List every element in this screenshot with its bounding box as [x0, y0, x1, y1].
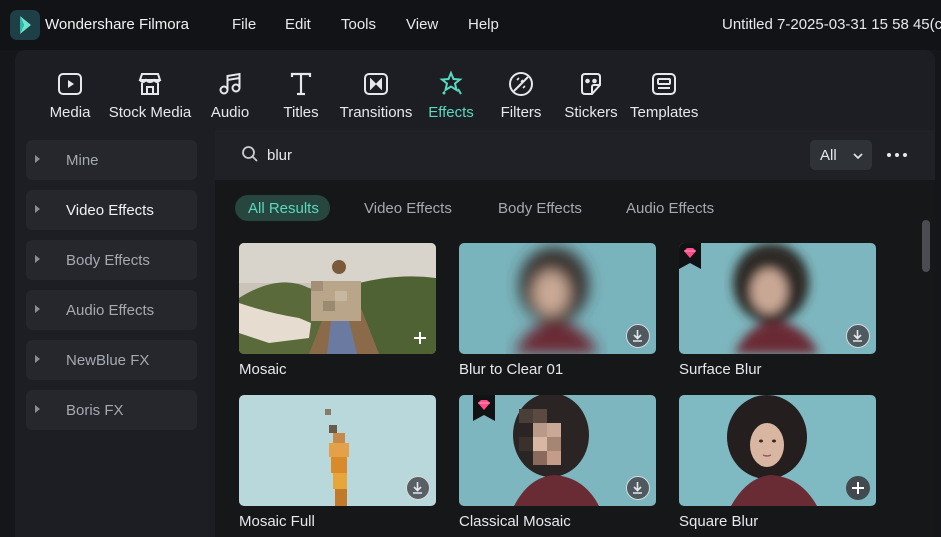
tab-transitions-label: Transitions [339, 104, 413, 121]
tab-label: All Results [248, 200, 319, 217]
premium-gem-icon [473, 395, 495, 421]
effect-thumbnail[interactable] [239, 395, 436, 506]
download-button[interactable] [626, 324, 650, 348]
effect-thumbnail[interactable] [679, 395, 876, 506]
effect-title: Square Blur [679, 513, 759, 530]
effect-title: Classical Mosaic [459, 513, 571, 530]
tab-effects-label: Effects [428, 104, 474, 121]
add-icon[interactable] [412, 330, 428, 346]
caret-right-icon [35, 305, 40, 313]
filter-select-value: All [820, 147, 837, 164]
tab-filters[interactable]: Filters [499, 50, 543, 130]
filter-select[interactable]: All [810, 140, 872, 170]
effect-thumbnail[interactable] [679, 243, 876, 354]
tab-body-effects[interactable]: Body Effects [498, 195, 584, 221]
tab-titles[interactable]: Titles [278, 50, 324, 130]
dot-icon [895, 153, 899, 157]
filmora-logo-icon [10, 10, 40, 40]
sidebar-item-body-effects[interactable]: Body Effects [26, 240, 197, 280]
sidebar-item-audio-effects[interactable]: Audio Effects [26, 290, 197, 330]
sidebar-item-label: Mine [66, 152, 99, 169]
dot-icon [887, 153, 891, 157]
media-icon [56, 70, 84, 98]
menu-tools[interactable]: Tools [341, 16, 376, 33]
stickers-icon [577, 70, 605, 98]
tab-effects[interactable]: Effects [425, 50, 477, 130]
effect-thumbnail[interactable] [459, 243, 656, 354]
download-button[interactable] [626, 476, 650, 500]
caret-right-icon [35, 155, 40, 163]
download-button[interactable] [406, 476, 430, 500]
add-button[interactable] [846, 476, 870, 500]
effects-icon [437, 70, 465, 98]
tab-templates[interactable]: Templates [630, 50, 698, 130]
media-toolbar: Media Stock Media Audio Titles Transitio… [15, 50, 933, 130]
sidebar-item-label: Audio Effects [66, 302, 155, 319]
tab-label: Audio Effects [626, 200, 715, 217]
transitions-icon [362, 70, 390, 98]
caret-right-icon [35, 205, 40, 213]
title-bar: Wondershare Filmora File Edit Tools View… [0, 0, 941, 50]
tab-stickers[interactable]: Stickers [564, 50, 618, 130]
effect-title: Mosaic [239, 361, 287, 378]
effect-title: Blur to Clear 01 [459, 361, 564, 378]
menu-view[interactable]: View [406, 16, 438, 33]
search-icon [241, 145, 259, 163]
tab-video-effects[interactable]: Video Effects [364, 195, 454, 221]
effect-title: Surface Blur [679, 361, 762, 378]
sidebar-item-video-effects[interactable]: Video Effects [26, 190, 197, 230]
caret-right-icon [35, 405, 40, 413]
tab-stock-media-label: Stock Media [108, 104, 192, 121]
app-name: Wondershare Filmora [45, 16, 189, 33]
more-options-button[interactable] [884, 146, 910, 164]
tab-label: Body Effects [498, 200, 582, 217]
tab-all-results[interactable]: All Results [235, 195, 330, 221]
filters-icon [507, 70, 535, 98]
tab-transitions[interactable]: Transitions [339, 50, 413, 130]
menu-help[interactable]: Help [468, 16, 499, 33]
document-title: Untitled 7-2025-03-31 15 58 45(c [722, 16, 941, 33]
chevron-down-icon [852, 149, 864, 161]
menu-file[interactable]: File [232, 16, 256, 33]
sidebar-item-label: Boris FX [66, 402, 124, 419]
titles-icon [287, 70, 315, 98]
results-scrollbar[interactable] [922, 220, 930, 272]
tab-filters-label: Filters [500, 104, 542, 121]
premium-gem-icon [679, 243, 701, 269]
tab-media[interactable]: Media [45, 50, 95, 130]
menu-edit[interactable]: Edit [285, 16, 311, 33]
tab-audio-label: Audio [210, 104, 250, 121]
effect-thumbnail[interactable] [459, 395, 656, 506]
caret-right-icon [35, 355, 40, 363]
tab-label: Video Effects [364, 200, 452, 217]
audio-icon [216, 70, 244, 98]
sidebar-item-mine[interactable]: Mine [26, 140, 197, 180]
sidebar-item-label: Body Effects [66, 252, 150, 269]
download-button[interactable] [846, 324, 870, 348]
stock-media-icon [136, 70, 164, 98]
tab-templates-label: Templates [630, 104, 699, 121]
templates-icon [650, 70, 678, 98]
search-input[interactable]: blur [267, 147, 292, 164]
tab-media-label: Media [49, 104, 91, 121]
sidebar-item-newblue-fx[interactable]: NewBlue FX [26, 340, 197, 380]
sidebar-item-label: Video Effects [66, 202, 154, 219]
tab-stickers-label: Stickers [564, 104, 618, 121]
dot-icon [903, 153, 907, 157]
caret-right-icon [35, 255, 40, 263]
tab-audio[interactable]: Audio [207, 50, 253, 130]
tab-titles-label: Titles [283, 104, 319, 121]
sidebar-item-label: NewBlue FX [66, 352, 150, 369]
tab-stock-media[interactable]: Stock Media [107, 50, 193, 130]
category-sidebar: Mine Video Effects Body Effects Audio Ef… [15, 130, 215, 537]
tab-audio-effects[interactable]: Audio Effects [626, 195, 716, 221]
effect-title: Mosaic Full [239, 513, 315, 530]
sidebar-item-boris-fx[interactable]: Boris FX [26, 390, 197, 430]
effect-thumbnail[interactable] [239, 243, 436, 354]
